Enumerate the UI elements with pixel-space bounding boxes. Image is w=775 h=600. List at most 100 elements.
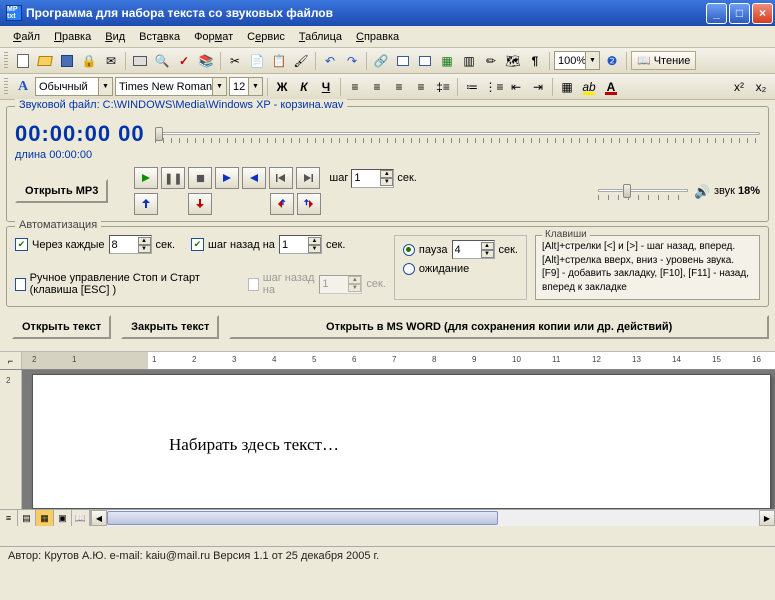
fontsize-dropdown[interactable]: 12▼ <box>229 77 263 96</box>
font-dropdown[interactable]: Times New Roman▼ <box>115 77 227 96</box>
excel-button[interactable]: ▦ <box>437 51 457 71</box>
stepback-input[interactable] <box>280 239 308 251</box>
view-page[interactable]: ▦ <box>36 510 54 526</box>
bookmark-del-button[interactable] <box>188 193 212 215</box>
showall-button[interactable]: ¶ <box>525 51 545 71</box>
hyperlink-button[interactable]: 🔗 <box>371 51 391 71</box>
line-spacing-button[interactable]: ‡≡ <box>433 77 453 97</box>
horizontal-ruler[interactable]: 2112345678910111213141516 <box>22 352 775 369</box>
vertical-ruler[interactable]: 2 <box>0 370 22 509</box>
menu-view[interactable]: Вид <box>98 29 132 45</box>
maximize-button[interactable]: □ <box>729 3 750 24</box>
menu-edit[interactable]: Правка <box>47 29 98 45</box>
stepback-spinner[interactable]: ▲▼ <box>279 235 322 254</box>
italic-button[interactable]: К <box>294 77 314 97</box>
columns-button[interactable]: ▥ <box>459 51 479 71</box>
undo-button[interactable]: ↶ <box>320 51 340 71</box>
skip-fwd-button[interactable] <box>296 167 320 189</box>
open-text-button[interactable]: Открыть текст <box>12 315 111 339</box>
bookmark-next-button[interactable] <box>297 193 321 215</box>
menu-help[interactable]: Справка <box>349 29 406 45</box>
step-input[interactable] <box>352 172 380 184</box>
scroll-thumb[interactable] <box>107 511 498 525</box>
wait-radio[interactable] <box>403 263 415 275</box>
zoom-dropdown[interactable]: 100%▼ <box>554 51 600 70</box>
spellcheck-button[interactable]: ✓ <box>174 51 194 71</box>
skip-back-button[interactable] <box>269 167 293 189</box>
close-text-button[interactable]: Закрыть текст <box>121 315 219 339</box>
step-fwd-button[interactable] <box>215 167 239 189</box>
drawing-button[interactable]: ✏ <box>481 51 501 71</box>
redo-button[interactable]: ↷ <box>342 51 362 71</box>
every-spinner[interactable]: ▲▼ <box>109 235 152 254</box>
position-slider[interactable] <box>155 124 760 144</box>
align-justify-button[interactable]: ≡ <box>411 77 431 97</box>
horizontal-scrollbar[interactable]: ◀ ▶ <box>90 510 775 526</box>
view-outline[interactable]: ▤ <box>18 510 36 526</box>
permission-button[interactable]: 🔒 <box>79 51 99 71</box>
indent-increase-button[interactable]: ⇥ <box>528 77 548 97</box>
save-button[interactable] <box>57 51 77 71</box>
mail-button[interactable]: ✉ <box>101 51 121 71</box>
align-left-button[interactable]: ≡ <box>345 77 365 97</box>
volume-thumb[interactable] <box>623 184 631 198</box>
menu-insert[interactable]: Вставка <box>132 29 187 45</box>
document-page[interactable]: Набирать здесь текст… <box>32 374 771 509</box>
bookmark-prev-button[interactable] <box>270 193 294 215</box>
bookmark-add-button[interactable] <box>134 193 158 215</box>
ruler-corner[interactable]: ⌐ <box>0 352 22 369</box>
indent-decrease-button[interactable]: ⇤ <box>506 77 526 97</box>
stepback-checkbox[interactable]: ✔ <box>191 238 204 251</box>
help-button[interactable]: ❷ <box>602 51 622 71</box>
bullets-button[interactable]: ⋮≡ <box>484 77 504 97</box>
bold-button[interactable]: Ж <box>272 77 292 97</box>
pause-button[interactable]: ❚❚ <box>161 167 185 189</box>
new-doc-button[interactable] <box>13 51 33 71</box>
every-checkbox[interactable]: ✔ <box>15 238 28 251</box>
superscript-button[interactable]: x² <box>729 77 749 97</box>
toolbar-grip[interactable] <box>4 52 8 70</box>
numbering-button[interactable]: ≔ <box>462 77 482 97</box>
play-button[interactable] <box>134 167 158 189</box>
pause-spinner[interactable]: ▲▼ <box>452 240 495 259</box>
step-back-button[interactable] <box>242 167 266 189</box>
paste-button[interactable]: 📋 <box>269 51 289 71</box>
pause-input[interactable] <box>453 244 481 256</box>
slider-thumb[interactable] <box>155 127 163 141</box>
align-right-button[interactable]: ≡ <box>389 77 409 97</box>
scroll-left-button[interactable]: ◀ <box>91 510 107 526</box>
research-button[interactable]: 📚 <box>196 51 216 71</box>
every-input[interactable] <box>110 239 138 251</box>
copy-button[interactable]: 📄 <box>247 51 267 71</box>
spin-up[interactable]: ▲ <box>380 170 393 178</box>
view-reading[interactable]: 📖 <box>72 510 90 526</box>
document-surface[interactable]: Набирать здесь текст… <box>22 370 775 509</box>
menu-table[interactable]: Таблица <box>292 29 349 45</box>
menu-service[interactable]: Сервис <box>240 29 292 45</box>
view-web[interactable]: ▣ <box>54 510 72 526</box>
docmap-button[interactable]: 🗺 <box>503 51 523 71</box>
highlight-button[interactable]: ab <box>579 77 599 97</box>
underline-button[interactable]: Ч <box>316 77 336 97</box>
stop-button[interactable] <box>188 167 212 189</box>
minimize-button[interactable]: _ <box>706 3 727 24</box>
pause-radio[interactable] <box>403 244 415 256</box>
subscript-button[interactable]: x₂ <box>751 77 771 97</box>
view-normal[interactable]: ≡ <box>0 510 18 526</box>
spin-down[interactable]: ▼ <box>380 178 393 186</box>
format-painter-button[interactable]: 🖌 <box>291 51 311 71</box>
font-color-button[interactable]: A <box>601 77 621 97</box>
cut-button[interactable]: ✂ <box>225 51 245 71</box>
manual-checkbox[interactable] <box>15 278 26 291</box>
volume-slider[interactable] <box>598 181 688 201</box>
insert-table-button[interactable] <box>415 51 435 71</box>
open-word-button[interactable]: Открыть в MS WORD (для сохранения копии … <box>229 315 769 339</box>
align-center-button[interactable]: ≡ <box>367 77 387 97</box>
preview-button[interactable]: 🔍 <box>152 51 172 71</box>
close-button[interactable]: × <box>752 3 773 24</box>
reading-mode-button[interactable]: 📖Чтение <box>631 51 696 70</box>
styles-pane-button[interactable]: A <box>13 77 33 97</box>
borders-button[interactable]: ▦ <box>557 77 577 97</box>
toolbar-grip[interactable] <box>4 78 8 96</box>
open-mp3-button[interactable]: Открыть MP3 <box>15 179 108 203</box>
